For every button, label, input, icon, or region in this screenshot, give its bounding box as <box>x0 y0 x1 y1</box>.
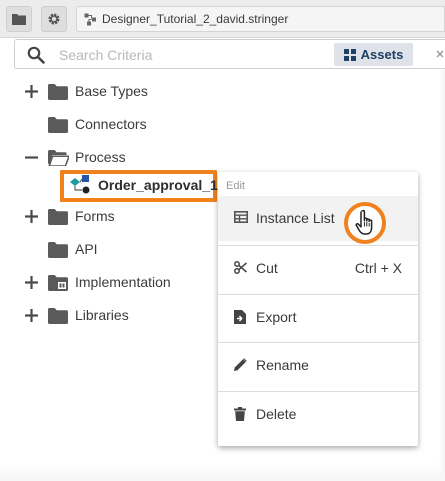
menu-item-delete[interactable]: Delete <box>218 392 418 437</box>
tree-item-label: Forms <box>75 208 115 224</box>
menu-item-label: Export <box>256 309 297 325</box>
tree-item-base-types[interactable]: Base Types <box>0 80 300 104</box>
settings-button[interactable] <box>41 6 67 32</box>
folder-icon <box>12 14 26 25</box>
menu-header: Edit <box>226 180 245 192</box>
folder-icon <box>48 117 68 133</box>
tree-item-label: API <box>75 241 98 257</box>
menu-item-label: Delete <box>256 406 297 422</box>
menu-item-instance-list[interactable]: Instance List <box>218 196 418 241</box>
tree-item-order-approval[interactable]: Order_approval_1 <box>98 177 218 193</box>
folder-icon <box>48 242 68 258</box>
menu-item-label: Instance List <box>256 210 335 226</box>
panel-bottom-edge <box>0 463 445 481</box>
pencil-icon <box>234 358 247 371</box>
gear-icon <box>48 13 60 25</box>
menu-item-shortcut: Ctrl + X <box>354 260 402 276</box>
tree-item-connectors[interactable]: Connectors <box>0 113 300 137</box>
folder-implementation-icon <box>48 275 68 291</box>
search-bar: Assets <box>14 39 445 69</box>
folder-icon <box>48 209 68 225</box>
expand-plus-icon[interactable] <box>25 309 38 322</box>
tree-item-label: Implementation <box>75 274 171 290</box>
expand-plus-icon[interactable] <box>25 210 38 223</box>
project-icon <box>84 13 96 25</box>
assets-icon <box>343 48 356 61</box>
folder-icon <box>48 84 68 100</box>
clear-icon[interactable] <box>436 50 444 58</box>
menu-item-label: Cut <box>256 260 278 276</box>
menu-item-export[interactable]: Export <box>218 295 418 340</box>
folder-icon <box>48 308 68 324</box>
hand-pointer-icon <box>355 209 373 235</box>
search-icon[interactable] <box>27 46 45 64</box>
panel-edge <box>439 70 445 481</box>
table-icon <box>234 211 248 223</box>
tree-item-label: Libraries <box>75 307 129 323</box>
tree-item-label: Connectors <box>75 116 147 132</box>
context-menu: Edit Instance List Cut Ctrl + X Export R <box>218 172 418 446</box>
menu-item-label: Rename <box>256 357 309 373</box>
expand-plus-icon[interactable] <box>25 85 38 98</box>
breadcrumb[interactable]: Designer_Tutorial_2_david.stringer <box>76 6 445 32</box>
assets-label: Assets <box>360 47 404 62</box>
expand-plus-icon[interactable] <box>25 276 38 289</box>
tree-item-label: Base Types <box>75 83 148 99</box>
scissors-icon <box>234 261 247 274</box>
tree-item-process[interactable]: Process <box>0 146 300 170</box>
tree-item-label: Process <box>75 149 126 165</box>
menu-item-rename[interactable]: Rename <box>218 343 418 388</box>
export-icon <box>234 310 246 324</box>
cursor-highlight <box>344 202 386 244</box>
folder-button[interactable] <box>6 6 32 32</box>
top-toolbar: Designer_Tutorial_2_david.stringer <box>0 0 445 38</box>
trash-icon <box>234 407 246 421</box>
process-icon <box>70 175 90 194</box>
collapse-minus-icon[interactable] <box>25 151 38 164</box>
breadcrumb-label: Designer_Tutorial_2_david.stringer <box>102 12 289 26</box>
menu-item-cut[interactable]: Cut Ctrl + X <box>218 246 418 291</box>
folder-open-icon <box>48 150 69 166</box>
assets-button[interactable]: Assets <box>334 43 413 66</box>
search-input[interactable] <box>59 47 309 63</box>
